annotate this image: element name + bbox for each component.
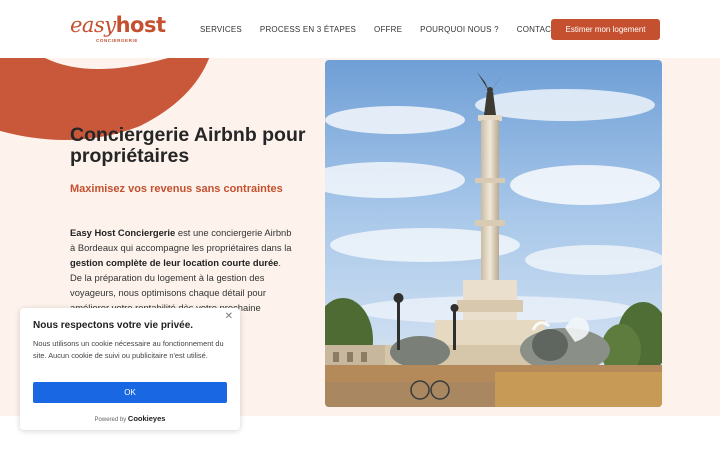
- logo-subtitle: CONCIERGERIE: [96, 38, 138, 43]
- hero-brand-name: Easy Host Conciergerie: [70, 227, 176, 238]
- cookieyes-logo[interactable]: Cookieyes: [128, 414, 166, 423]
- site-header: easyhost CONCIERGERIE SERVICES PROCESS E…: [0, 0, 720, 58]
- cookie-title: Nous respectons votre vie privée.: [33, 320, 194, 331]
- monument-photo: [325, 60, 662, 407]
- logo-host: host: [115, 13, 166, 37]
- close-icon[interactable]: ✕: [225, 311, 233, 323]
- hero-highlight: gestion complète de leur location courte…: [70, 257, 279, 268]
- logo-wordmark: easyhost: [70, 12, 166, 39]
- nav-item-offre[interactable]: OFFRE: [374, 24, 402, 36]
- cookie-banner: ✕ Nous respectons votre vie privée. Nous…: [20, 308, 240, 430]
- page: easyhost CONCIERGERIE SERVICES PROCESS E…: [0, 0, 720, 450]
- logo[interactable]: easyhost CONCIERGERIE: [70, 12, 166, 46]
- logo-easy: easy: [70, 13, 116, 37]
- main-nav: SERVICES PROCESS EN 3 ÉTAPES OFFRE POURQ…: [200, 24, 556, 36]
- estimate-button[interactable]: Estimer mon logement: [551, 19, 660, 40]
- nav-item-services[interactable]: SERVICES: [200, 24, 242, 36]
- cookie-powered-by: Powered by Cookieyes: [20, 414, 240, 423]
- hero-title: Conciergerie Airbnb pour propriétaires: [70, 124, 306, 167]
- nav-item-process[interactable]: PROCESS EN 3 ÉTAPES: [260, 24, 356, 36]
- nav-item-pourquoi-nous[interactable]: POURQUOI NOUS ?: [420, 24, 499, 36]
- cookie-ok-button[interactable]: OK: [33, 382, 227, 403]
- powered-by-label: Powered by: [94, 417, 127, 423]
- cookie-text: Nous utilisons un cookie nécessaire au f…: [33, 339, 224, 360]
- hero-subtitle: Maximisez vos revenus sans contraintes: [70, 183, 283, 195]
